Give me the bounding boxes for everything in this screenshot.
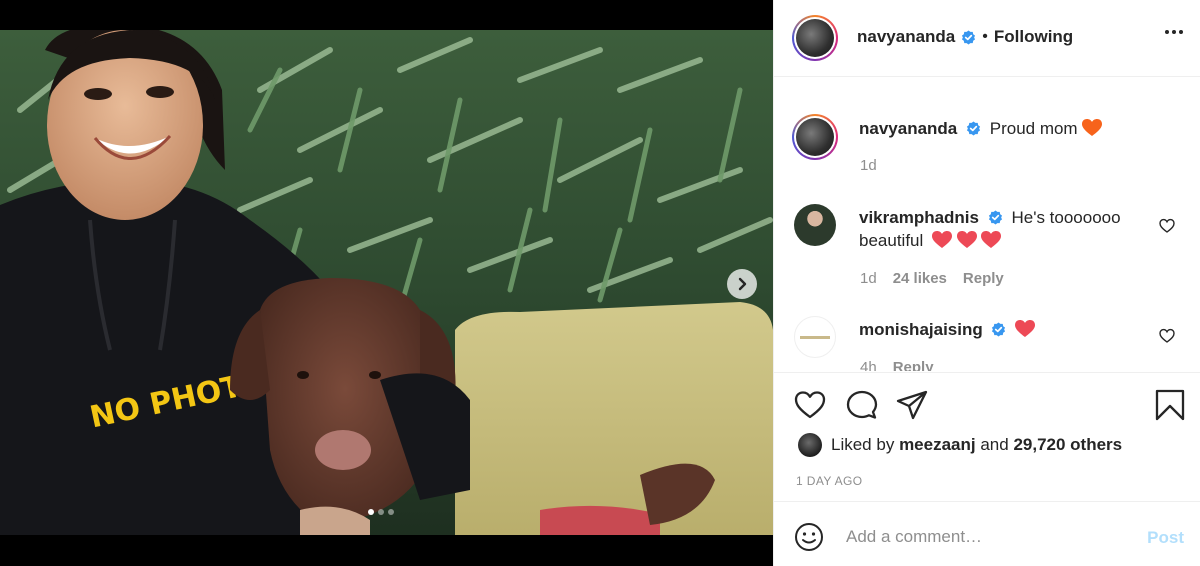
add-comment-bar: Post [774, 501, 1200, 566]
caption-avatar[interactable] [792, 114, 838, 160]
verified-badge-icon [988, 210, 1002, 225]
author-info: navyananda • Following [857, 27, 1073, 47]
verified-badge-icon [966, 121, 981, 136]
post-timestamp[interactable]: 1 DAY AGO [796, 474, 863, 488]
red-heart-icon [956, 231, 977, 248]
caption-time: 1d [860, 157, 877, 174]
chevron-right-icon [738, 277, 747, 291]
more-options-icon[interactable] [1165, 30, 1183, 34]
comment-icon[interactable] [846, 389, 878, 421]
orange-heart-icon [1082, 119, 1103, 136]
photo-illustration: NO PHOTOS [0, 30, 773, 535]
comment-time: 4h [860, 359, 877, 371]
verified-badge-icon [992, 322, 1006, 337]
comment-reply-button[interactable]: Reply [963, 270, 1004, 287]
liked-by-avatar[interactable] [798, 433, 822, 457]
caption-text: Proud mom [989, 119, 1078, 138]
heart-icon[interactable] [794, 389, 826, 421]
post-actions: Liked by meezaanj and 29,720 others 1 DA… [774, 372, 1200, 500]
liked-by-and: and [980, 435, 1009, 454]
comment-meta: 4h Reply [860, 359, 934, 371]
liked-by-username[interactable]: meezaanj [899, 435, 976, 454]
carousel-dot [388, 509, 394, 515]
comments-list[interactable]: navyananda Proud mom 1d vikramphadnis He… [774, 78, 1200, 371]
comment-likes[interactable]: 24 likes [893, 270, 947, 287]
liked-by-row: Liked by meezaanj and 29,720 others [798, 433, 1122, 457]
red-heart-icon [932, 231, 953, 248]
post-photo: NO PHOTOS [0, 30, 773, 535]
red-heart-icons [932, 231, 1002, 250]
comment-text: He's tooooooo [1011, 208, 1121, 227]
caption-text-row: navyananda Proud mom [859, 117, 1103, 140]
comment-avatar[interactable] [794, 204, 836, 246]
carousel-dot-active [368, 509, 374, 515]
bookmark-icon[interactable] [1154, 389, 1186, 421]
carousel-next-button[interactable] [727, 269, 757, 299]
carousel-indicator [368, 509, 394, 515]
verified-badge-icon [962, 29, 976, 45]
comment-reply-button[interactable]: Reply [893, 359, 934, 371]
post-comment-button[interactable]: Post [1147, 528, 1184, 548]
liked-by-count[interactable]: 29,720 others [1013, 435, 1122, 454]
comment-text-line2: beautiful [859, 231, 924, 250]
post-media: NO PHOTOS [0, 0, 773, 566]
comment-avatar[interactable] [794, 316, 836, 358]
following-button[interactable]: Following [994, 27, 1073, 47]
comment-username[interactable]: monishajaising [859, 320, 983, 339]
share-icon[interactable] [896, 389, 928, 421]
emoji-icon[interactable] [794, 522, 824, 552]
caption-meta: 1d [860, 157, 877, 174]
comment-input[interactable] [846, 522, 1126, 552]
post-side-panel: navyananda • Following navyananda Proud … [773, 0, 1200, 566]
red-heart-icon [1015, 320, 1036, 337]
comment-like-heart-icon[interactable] [1159, 328, 1175, 344]
separator-dot: • [982, 28, 988, 45]
liked-by-prefix: Liked by [831, 435, 895, 454]
comment-username[interactable]: vikramphadnis [859, 208, 979, 227]
post-header: navyananda • Following [774, 0, 1200, 77]
red-heart-icon [981, 231, 1002, 248]
caption-username[interactable]: navyananda [859, 119, 957, 138]
carousel-dot [378, 509, 384, 515]
comment-text-row: vikramphadnis He's tooooooo beautiful [859, 206, 1139, 252]
author-avatar[interactable] [792, 15, 838, 61]
comment-like-heart-icon[interactable] [1159, 218, 1175, 234]
comment-time: 1d [860, 270, 877, 287]
comment-text-row: monishajaising [859, 318, 1036, 341]
comment-meta: 1d 24 likes Reply [860, 270, 1004, 287]
author-username[interactable]: navyananda [857, 27, 955, 47]
